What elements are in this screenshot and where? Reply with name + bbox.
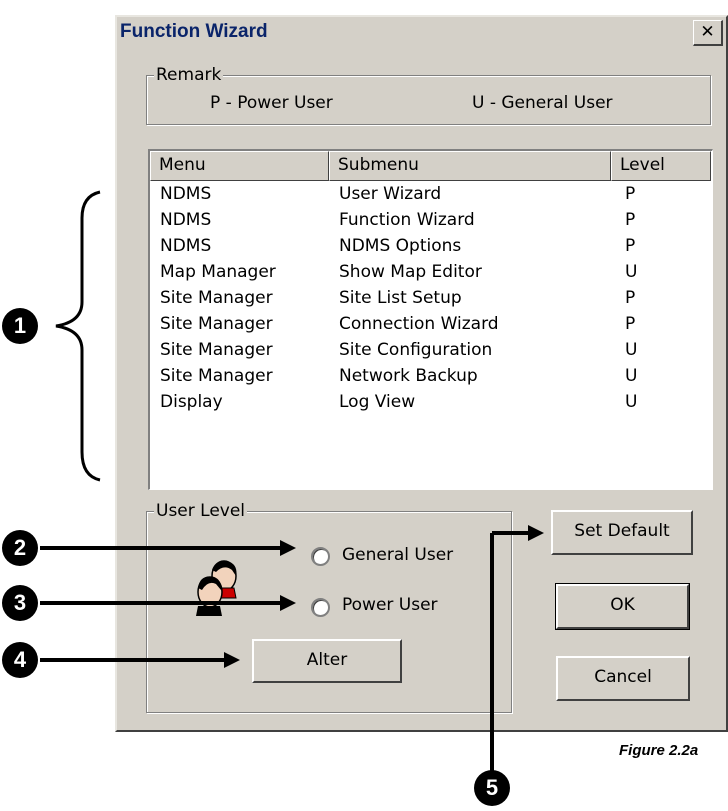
callout-2: 2 (2, 530, 38, 566)
arrowhead-2 (280, 540, 296, 556)
arrowhead-4 (224, 652, 240, 668)
callout-5: 5 (474, 770, 510, 806)
annotation-overlay (40, 190, 544, 776)
callout-4: 4 (2, 642, 38, 678)
callout-3: 3 (2, 585, 38, 621)
list-brace (55, 190, 101, 482)
figure-caption: Figure 2.2a (619, 742, 699, 759)
arrowhead-3 (280, 595, 296, 611)
callout-1: 1 (2, 308, 38, 344)
arrowhead-5 (528, 525, 544, 541)
